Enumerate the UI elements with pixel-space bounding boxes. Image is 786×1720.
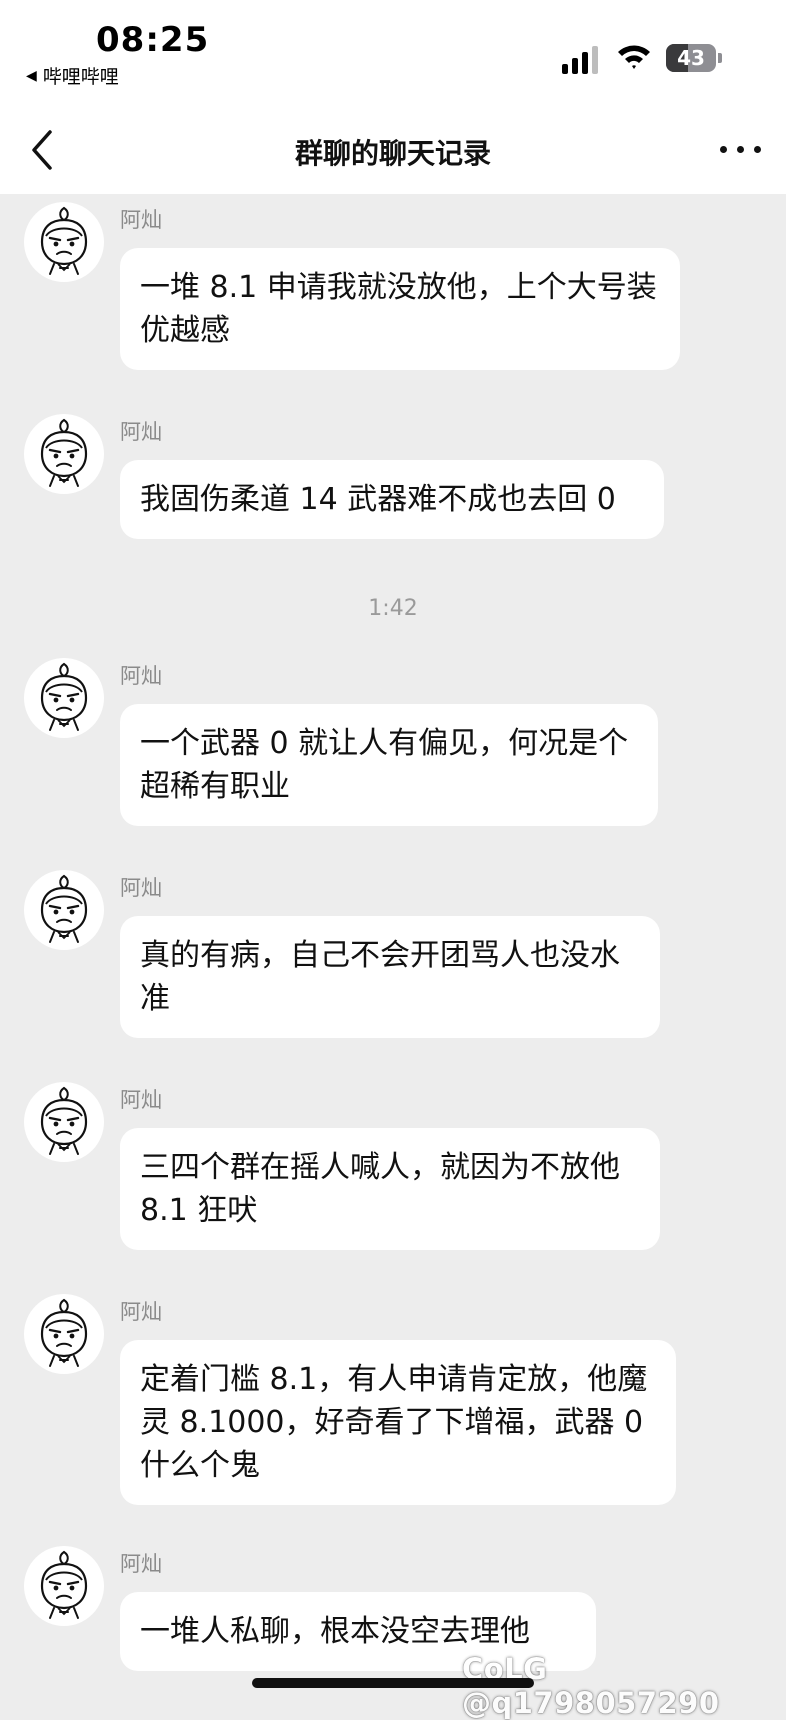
sender-name: 阿灿: [120, 1300, 162, 1324]
sender-name: 阿灿: [120, 876, 162, 900]
avatar[interactable]: [24, 414, 104, 494]
back-to-app-link[interactable]: ◀ 哔哩哔哩: [26, 62, 119, 89]
message-bubble[interactable]: 三四个群在摇人喊人，就因为不放他 8.1 狂吠: [120, 1128, 660, 1250]
battery-icon: 43: [666, 44, 716, 72]
cartoon-face-icon: [40, 418, 88, 487]
sender-name: 阿灿: [120, 420, 162, 444]
wifi-icon: [618, 45, 650, 69]
message-bubble[interactable]: 一个武器 0 就让人有偏见，何况是个超稀有职业: [120, 704, 658, 826]
message-bubble[interactable]: 一堆 8.1 申请我就没放他，上个大号装优越感: [120, 248, 680, 370]
sender-name: 阿灿: [120, 1088, 162, 1112]
sender-name: 阿灿: [120, 1552, 162, 1576]
avatar[interactable]: [24, 1294, 104, 1374]
back-app-label: 哔哩哔哩: [42, 66, 119, 88]
avatar[interactable]: [24, 658, 104, 738]
status-bar: 08:25 ◀ 哔哩哔哩 43: [0, 0, 786, 104]
page-title: 群聊的聊天记录: [294, 137, 491, 170]
cartoon-face-icon: [40, 662, 88, 731]
avatar[interactable]: [24, 1546, 104, 1626]
sender-name: 阿灿: [120, 664, 162, 688]
cartoon-face-icon: [40, 206, 88, 275]
message-bubble[interactable]: 我固伤柔道 14 武器难不成也去回 0: [120, 460, 664, 539]
nav-bar: 群聊的聊天记录: [0, 104, 786, 194]
cellular-signal-icon: [562, 44, 602, 74]
clock: 08:25: [96, 20, 210, 60]
cartoon-face-icon: [40, 1298, 88, 1367]
avatar[interactable]: [24, 870, 104, 950]
message-bubble[interactable]: 定着门槛 8.1，有人申请肯定放，他魔灵 8.1000，好奇看了下增福，武器 0…: [120, 1340, 676, 1505]
battery-level: 43: [677, 46, 705, 70]
avatar[interactable]: [24, 1082, 104, 1162]
cartoon-face-icon: [40, 874, 88, 943]
timestamp: 1:42: [368, 596, 418, 621]
cartoon-face-icon: [40, 1086, 88, 1155]
home-indicator[interactable]: [252, 1678, 534, 1688]
battery-tip: [718, 53, 722, 63]
chat-history[interactable]: 阿灿 一堆 8.1 申请我就没放他，上个大号装优越感 阿灿 我固伤柔道 14 武…: [0, 194, 786, 1704]
more-options-icon[interactable]: [718, 144, 764, 156]
avatar[interactable]: [24, 202, 104, 282]
cartoon-face-icon: [40, 1550, 88, 1619]
message-bubble[interactable]: 真的有病，自己不会开团骂人也没水准: [120, 916, 660, 1038]
back-triangle-icon: ◀: [26, 67, 37, 84]
sender-name: 阿灿: [120, 208, 162, 232]
